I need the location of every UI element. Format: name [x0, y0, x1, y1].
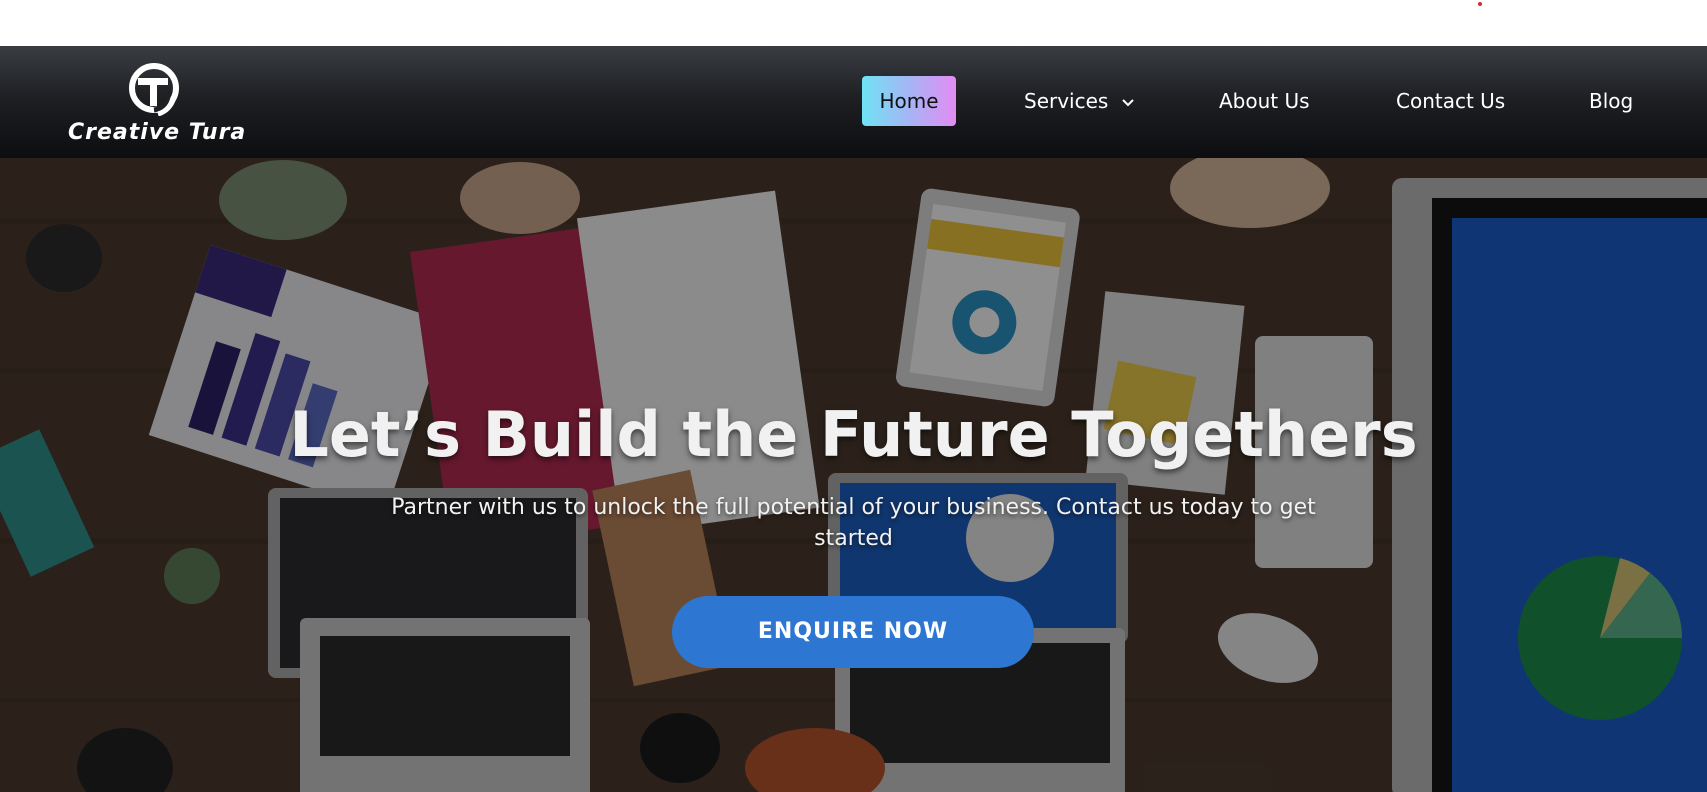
indicator-dot — [1478, 2, 1482, 6]
site-logo[interactable]: Creative Tura — [66, 62, 248, 146]
ct-monogram-logo — [129, 63, 179, 116]
hero-subtitle: Partner with us to unlock the full poten… — [391, 495, 1316, 551]
chevron-down-icon — [1121, 98, 1134, 106]
brand-name: Creative Tura — [68, 120, 247, 145]
nav-blog[interactable]: Blog — [1589, 76, 1633, 126]
top-strip — [0, 0, 1707, 46]
nav-home[interactable]: Home — [862, 76, 956, 126]
enquire-now-button[interactable]: ENQUIRE NOW — [672, 596, 1034, 668]
hero-title: Let’s Build the Future Togethers — [289, 398, 1418, 471]
nav-services-label: Services — [1024, 89, 1109, 113]
hero-dark-overlay — [0, 158, 1707, 792]
navbar: Creative Tura Home Services About Us Con… — [0, 46, 1707, 158]
nav-contact-us[interactable]: Contact Us — [1396, 76, 1505, 126]
hero-section: Let’s Build the Future Togethers Partner… — [0, 158, 1707, 792]
nav-about-us[interactable]: About Us — [1219, 76, 1310, 126]
nav-services[interactable]: Services — [1024, 76, 1135, 126]
